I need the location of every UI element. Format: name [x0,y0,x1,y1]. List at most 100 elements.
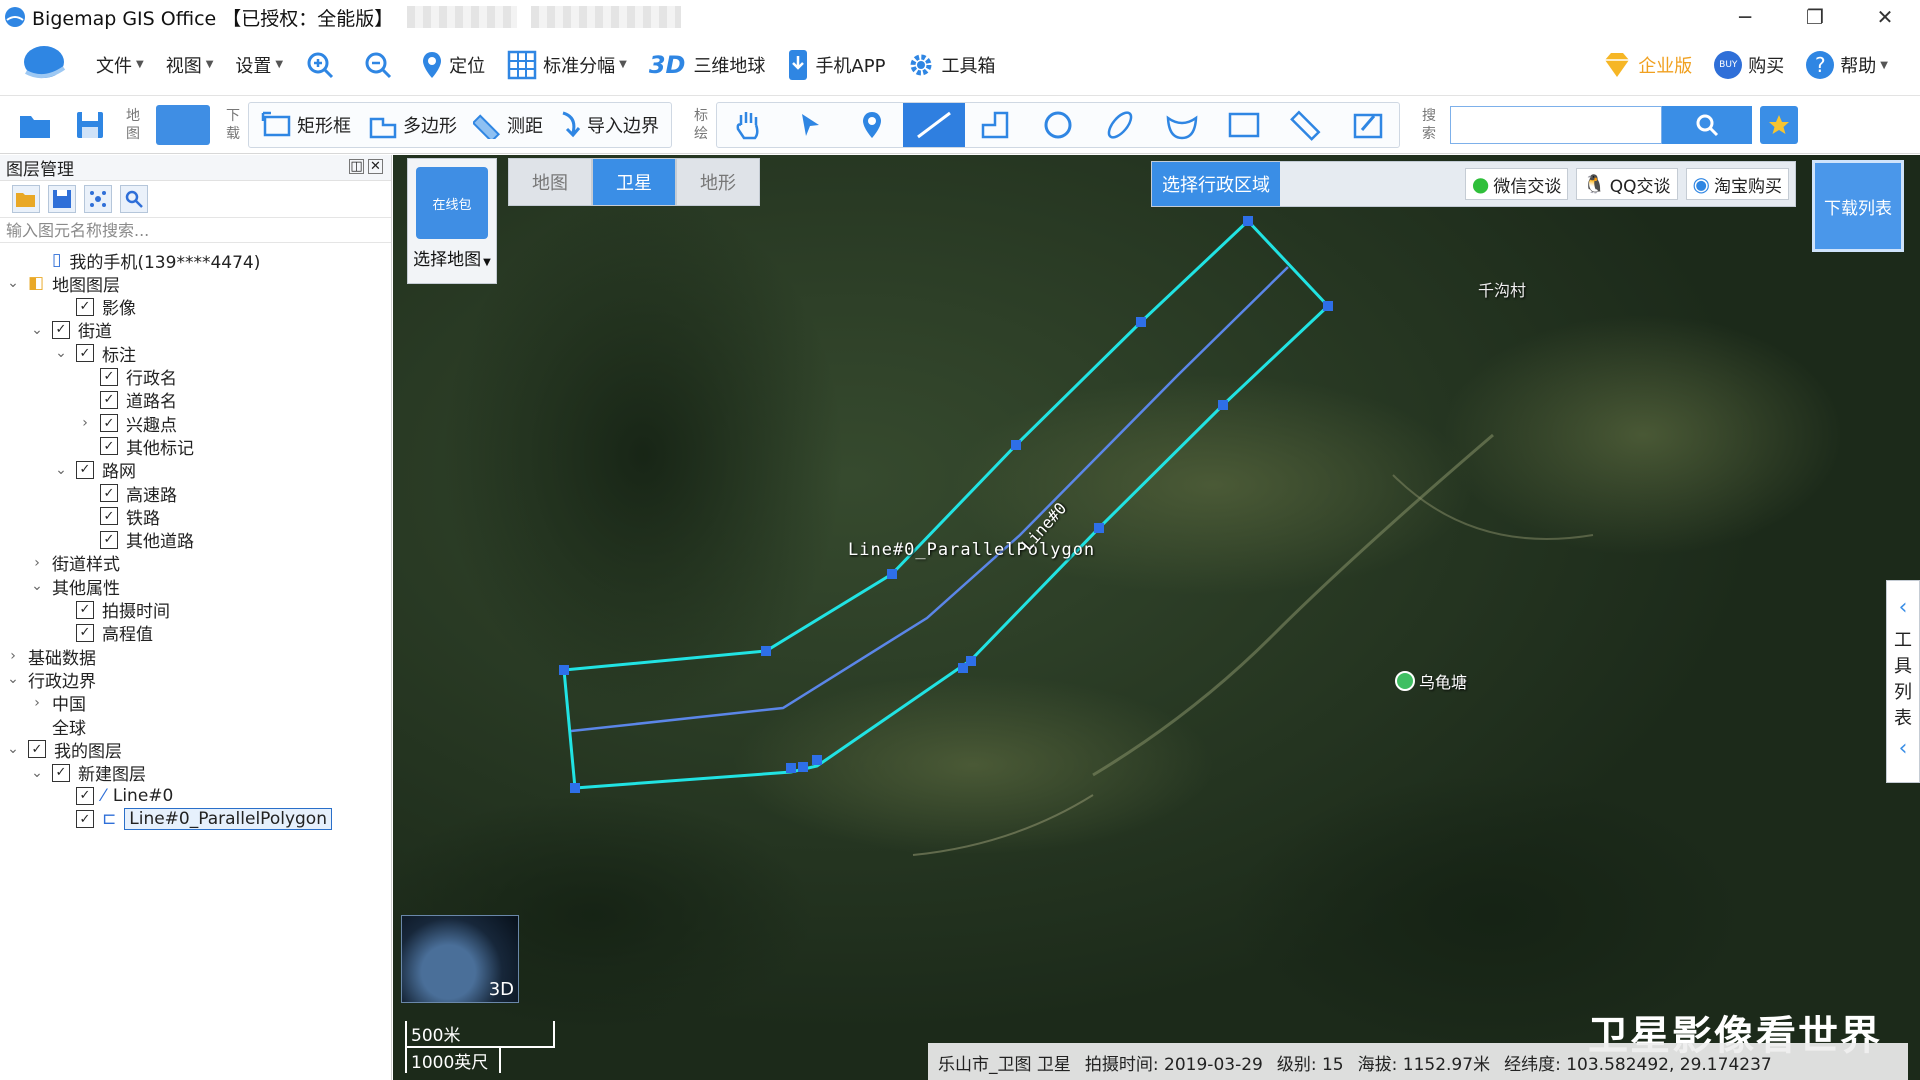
checkbox-checked-icon[interactable]: ✓ [100,530,118,549]
qq-penguin-icon: 🐧 [1583,173,1606,195]
tab-satellite[interactable]: 卫星 [592,158,676,206]
chevron-down-icon[interactable]: ⌄ [30,765,44,781]
select-tool[interactable] [779,103,841,147]
search-input[interactable] [1450,105,1662,144]
3d-earth-button[interactable]: 3D 三维地球 [649,51,766,79]
select-features-button[interactable] [84,185,112,213]
chevron-right-icon[interactable]: › [30,555,44,571]
chevron-down-icon[interactable]: ⌄ [54,345,68,361]
rectangle-draw-tool[interactable] [1213,103,1275,147]
checkbox-checked-icon[interactable]: ✓ [76,786,94,805]
ellipse-tool[interactable] [1089,103,1151,147]
checkbox-checked-icon[interactable]: ✓ [76,600,94,619]
pin-panel-icon[interactable]: ◫ [349,159,364,174]
tab-terrain[interactable]: 地形 [676,158,760,206]
close-panel-icon[interactable]: ✕ [368,159,383,174]
rectangle-select-button[interactable]: 矩形框 [253,103,359,147]
save-layer-button[interactable] [48,185,76,213]
checkbox-checked-icon[interactable]: ✓ [76,623,94,642]
select-region-button[interactable]: 选择行政区域 [1152,162,1280,206]
checkbox-checked-icon[interactable]: ✓ [76,460,94,479]
buy-button[interactable]: BUY 购买 [1714,51,1784,79]
checkbox-checked-icon[interactable]: ✓ [76,810,94,829]
polygon-vertices[interactable] [559,216,1333,793]
draw-tools [716,101,1400,148]
chevron-down-icon[interactable]: ⌄ [6,671,20,687]
tree-item-label: Line#0 [112,785,174,806]
3d-label: 3D [488,979,514,1000]
toolbox-button[interactable]: 工具箱 [907,51,995,79]
menu-file[interactable]: 文件 ▼ [96,52,144,78]
find-feature-button[interactable] [120,185,148,213]
chevron-down-icon[interactable]: ⌄ [6,741,20,757]
polyline-tool[interactable] [965,103,1027,147]
checkbox-checked-icon[interactable]: ✓ [52,763,70,782]
search-button[interactable] [1662,105,1752,144]
save-button[interactable] [66,103,118,147]
map-download-button[interactable] [148,103,218,147]
tree-item-label: 其他道路 [126,532,194,553]
chevron-right-icon[interactable]: › [6,648,20,664]
drawn-features[interactable] [393,155,1920,1080]
measure-draw-tool[interactable] [1275,103,1337,147]
layer-search-input[interactable]: 输入图元名称搜索... [0,217,391,243]
circle-tool[interactable] [1027,103,1089,147]
wechat-button[interactable]: ● 微信交谈 [1464,168,1569,200]
chevron-down-icon[interactable]: ⌄ [30,578,44,594]
chevron-down-icon[interactable]: ⌄ [30,322,44,338]
pan-tool[interactable] [717,103,779,147]
checkbox-checked-icon[interactable]: ✓ [100,390,118,409]
checkbox-checked-icon[interactable]: ✓ [52,320,70,339]
help-button[interactable]: ? 帮助 ▼ [1806,51,1888,79]
standard-grid-button[interactable]: 标准分幅 ▼ [507,50,627,80]
open-file-button[interactable] [10,103,66,147]
polygon-select-button[interactable]: 多边形 [359,103,465,147]
sector-tool[interactable] [1151,103,1213,147]
measure-button[interactable]: 测距 [465,103,551,147]
zoom-out-button[interactable] [363,50,399,80]
checkbox-checked-icon[interactable]: ✓ [28,740,46,759]
chevron-right-icon[interactable]: › [78,415,92,431]
marker-tool[interactable] [841,103,903,147]
qq-button[interactable]: 🐧 QQ交谈 [1576,168,1678,200]
edit-tool[interactable] [1337,103,1399,147]
locate-button[interactable]: 定位 [421,50,485,80]
menu-view[interactable]: 视图 ▼ [166,52,214,78]
checkbox-checked-icon[interactable]: ✓ [100,507,118,526]
checkbox-checked-icon[interactable]: ✓ [76,297,94,316]
line-tool[interactable] [903,102,965,147]
checkbox-checked-icon[interactable]: ✓ [100,484,118,502]
checkbox-checked-icon[interactable]: ✓ [100,367,118,386]
line-0[interactable] [570,266,1289,733]
minimize-button[interactable]: ─ [1710,0,1780,34]
enterprise-button[interactable]: 企业版 [1602,51,1692,79]
parallel-polygon[interactable] [562,218,1331,790]
map-view[interactable]: Line#0_ParallelPolygon Line#0 千沟村 乌龟塘 在线… [393,155,1920,1080]
close-button[interactable]: ✕ [1850,0,1920,34]
3d-globe-button[interactable]: 3D [401,915,519,1003]
taobao-button[interactable]: ◉ 淘宝购买 [1685,168,1789,200]
chevron-left-icon[interactable]: ‹ [1899,595,1908,620]
tab-map[interactable]: 地图 [508,158,592,206]
import-boundary-button[interactable]: 导入边界 [551,103,667,147]
tree-item[interactable]: ✓ ⊏ Line#0_ParallelPolygon [54,805,332,833]
favorites-button[interactable] [1760,105,1798,144]
mobile-app-button[interactable]: 手机APP [787,49,885,81]
restore-button[interactable]: ❐ [1780,0,1850,34]
checkbox-checked-icon[interactable]: ✓ [76,344,94,363]
checkbox-checked-icon[interactable]: ✓ [100,437,118,456]
download-list-button[interactable]: 下载列表 [1812,160,1904,252]
open-layer-button[interactable] [12,185,40,213]
tool-list-sidebar[interactable]: ‹ 工 具 列 表 ‹ [1886,580,1920,783]
chevron-down-icon[interactable]: ⌄ [54,462,68,478]
chevron-left-icon[interactable]: ‹ [1899,736,1908,761]
chevron-right-icon[interactable]: › [30,695,44,711]
menu-settings[interactable]: 设置 ▼ [235,52,283,78]
bigemap-logo-icon[interactable] [18,42,70,88]
select-map-button[interactable]: 在线包 选择地图 ▼ [407,158,497,284]
zoom-in-button[interactable] [305,50,341,80]
status-level-label: 级别: [1276,1054,1317,1075]
chevron-down-icon[interactable]: ⌄ [6,275,20,291]
status-coords: 经纬度: 103.582492, 29.174237 [1504,1050,1772,1075]
checkbox-checked-icon[interactable]: ✓ [100,414,118,433]
